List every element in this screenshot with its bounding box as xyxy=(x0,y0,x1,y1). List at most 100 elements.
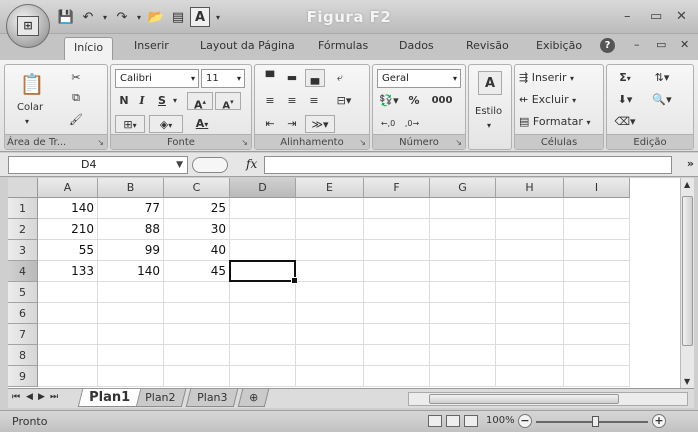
tab-exibicao[interactable]: Exibição xyxy=(536,39,582,52)
paste-dropdown-icon[interactable]: ▾ xyxy=(25,115,29,129)
row-header-8[interactable]: 8 xyxy=(8,345,38,366)
increase-decimal-icon[interactable]: ←,0 xyxy=(377,115,399,133)
doc-restore-button[interactable]: ▭ xyxy=(656,38,666,51)
cell-g3[interactable] xyxy=(430,240,496,261)
cell-i1[interactable] xyxy=(564,198,630,219)
cell-g8[interactable] xyxy=(430,345,496,366)
cell-b3[interactable]: 99 xyxy=(98,240,164,261)
cell-e8[interactable] xyxy=(296,345,364,366)
insert-cells-button[interactable]: ⇶ Inserir ▾ xyxy=(519,69,603,87)
tab-inserir[interactable]: Inserir xyxy=(134,39,169,52)
insert-function-button[interactable]: fx xyxy=(246,157,257,171)
percent-button[interactable]: % xyxy=(407,92,421,110)
sort-filter-icon[interactable]: ⇅▾ xyxy=(647,69,677,87)
cell-f6[interactable] xyxy=(364,303,430,324)
row-header-7[interactable]: 7 xyxy=(8,324,38,345)
cell-e5[interactable] xyxy=(296,282,364,303)
cell-g4[interactable] xyxy=(430,261,496,282)
zoom-level[interactable]: 100% xyxy=(486,415,515,426)
font-size-select[interactable]: 11 ▾ xyxy=(201,69,245,88)
align-bottom-icon[interactable]: ▄ xyxy=(305,69,325,87)
cell-a9[interactable] xyxy=(38,366,98,387)
cell-f9[interactable] xyxy=(364,366,430,387)
italic-button[interactable]: I xyxy=(135,92,149,110)
cell-e2[interactable] xyxy=(296,219,364,240)
vertical-scrollbar[interactable]: ▲ ▼ xyxy=(680,178,694,388)
cell-b5[interactable] xyxy=(98,282,164,303)
column-header-e[interactable]: E xyxy=(296,178,364,198)
cell-f1[interactable] xyxy=(364,198,430,219)
cell-e3[interactable] xyxy=(296,240,364,261)
close-button[interactable]: ✕ xyxy=(676,9,687,24)
zoom-slider-thumb[interactable] xyxy=(592,416,599,427)
format-painter-icon[interactable]: 🖌 xyxy=(67,111,85,129)
styles-dropdown-icon[interactable]: ▾ xyxy=(487,119,491,133)
copy-icon[interactable]: ⧉ xyxy=(67,89,85,107)
cell-g1[interactable] xyxy=(430,198,496,219)
cell-b7[interactable] xyxy=(98,324,164,345)
cell-d5[interactable] xyxy=(230,282,296,303)
align-right-icon[interactable]: ≡ xyxy=(305,92,323,110)
insert-sheet-button[interactable]: ⊕ xyxy=(237,389,270,407)
tab-inicio[interactable]: Início xyxy=(64,37,114,60)
sheet-tab-plan1[interactable]: Plan1 xyxy=(77,389,142,407)
cell-i7[interactable] xyxy=(564,324,630,345)
select-all-corner[interactable] xyxy=(8,178,38,198)
decrease-indent-icon[interactable]: ⇤ xyxy=(261,115,279,133)
tab-revisao[interactable]: Revisão xyxy=(466,39,509,52)
cell-d1[interactable] xyxy=(230,198,296,219)
row-header-6[interactable]: 6 xyxy=(8,303,38,324)
normal-view-icon[interactable] xyxy=(428,415,442,427)
number-launcher-icon[interactable]: ↘ xyxy=(455,138,462,147)
minimize-button[interactable]: – xyxy=(624,9,631,24)
cell-a1[interactable]: 140 xyxy=(38,198,98,219)
cell-h2[interactable] xyxy=(496,219,564,240)
column-header-g[interactable]: G xyxy=(430,178,496,198)
vertical-scroll-thumb[interactable] xyxy=(682,196,693,346)
cell-a3[interactable]: 55 xyxy=(38,240,98,261)
underline-button[interactable]: S xyxy=(155,92,169,110)
cell-i9[interactable] xyxy=(564,366,630,387)
grow-font-button[interactable]: A▴ xyxy=(187,92,213,112)
cell-c5[interactable] xyxy=(164,282,230,303)
column-header-h[interactable]: H xyxy=(496,178,564,198)
cell-a2[interactable]: 210 xyxy=(38,219,98,240)
thousands-button[interactable]: 000 xyxy=(427,92,457,110)
row-header-2[interactable]: 2 xyxy=(8,219,38,240)
sheet-tab-plan3[interactable]: Plan3 xyxy=(185,389,239,407)
maximize-button[interactable]: ▭ xyxy=(650,9,662,24)
align-middle-icon[interactable]: ▬ xyxy=(283,69,301,87)
row-header-1[interactable]: 1 xyxy=(8,198,38,219)
cell-h1[interactable] xyxy=(496,198,564,219)
font-color-button[interactable]: A▾ xyxy=(187,115,217,133)
cell-i4[interactable] xyxy=(564,261,630,282)
expand-formula-icon[interactable]: » xyxy=(687,157,694,170)
cell-g9[interactable] xyxy=(430,366,496,387)
align-center-icon[interactable]: ≡ xyxy=(283,92,301,110)
fill-icon[interactable]: ⬇▾ xyxy=(613,91,637,109)
orientation-icon[interactable]: ≫▾ xyxy=(305,115,335,133)
zoom-in-button[interactable]: + xyxy=(652,414,666,428)
cell-b8[interactable] xyxy=(98,345,164,366)
column-header-b[interactable]: B xyxy=(98,178,164,198)
cell-c2[interactable]: 30 xyxy=(164,219,230,240)
row-header-3[interactable]: 3 xyxy=(8,240,38,261)
shrink-font-button[interactable]: A▾ xyxy=(215,92,241,111)
column-header-f[interactable]: F xyxy=(364,178,430,198)
clear-icon[interactable]: ⌫▾ xyxy=(613,113,637,131)
font-name-select[interactable]: Calibri ▾ xyxy=(115,69,199,88)
cell-i5[interactable] xyxy=(564,282,630,303)
clipboard-launcher-icon[interactable]: ↘ xyxy=(97,138,104,147)
format-cells-button[interactable]: ▤ Formatar ▾ xyxy=(519,113,603,131)
cell-g7[interactable] xyxy=(430,324,496,345)
cell-f7[interactable] xyxy=(364,324,430,345)
cell-e9[interactable] xyxy=(296,366,364,387)
cell-e4[interactable] xyxy=(296,261,364,282)
cell-h8[interactable] xyxy=(496,345,564,366)
next-sheet-icon[interactable]: ▶ xyxy=(38,392,45,402)
cell-a5[interactable] xyxy=(38,282,98,303)
merge-center-icon[interactable]: ⊟▾ xyxy=(331,92,357,110)
column-header-c[interactable]: C xyxy=(164,178,230,198)
column-header-d[interactable]: D xyxy=(230,178,296,198)
cell-h7[interactable] xyxy=(496,324,564,345)
